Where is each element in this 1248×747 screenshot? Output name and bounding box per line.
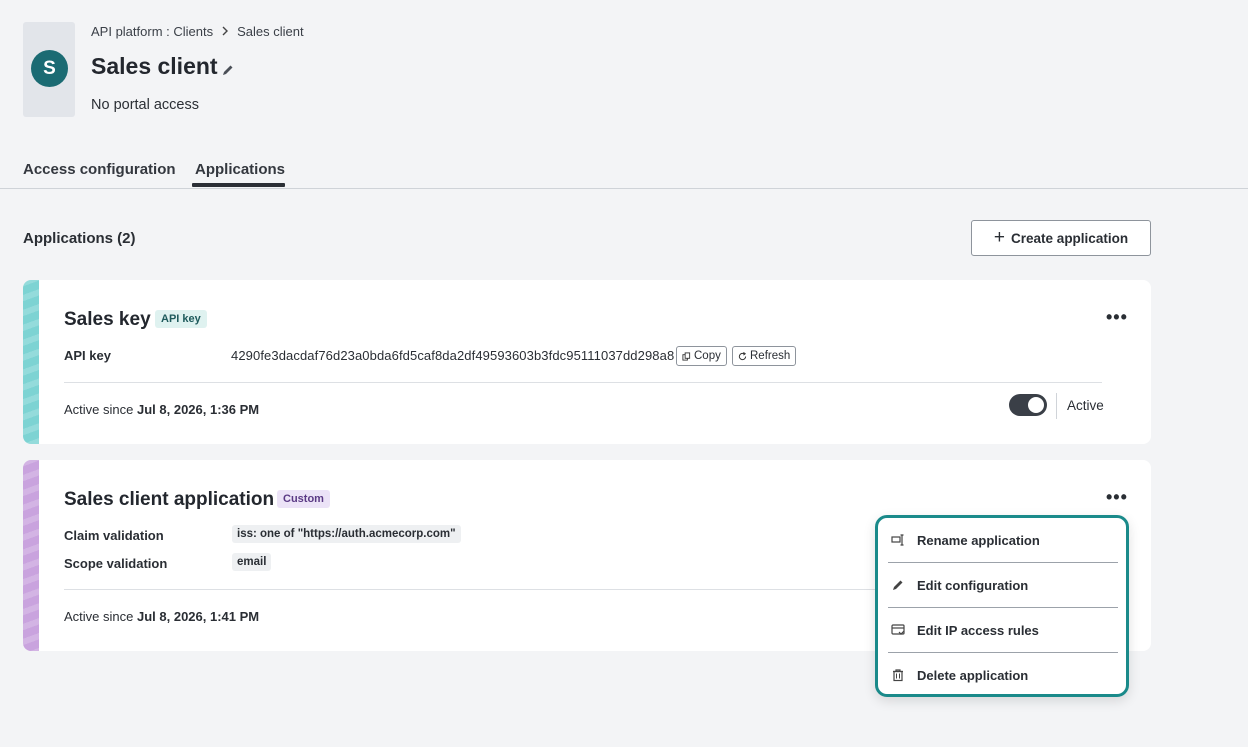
avatar-letter: S bbox=[43, 57, 56, 79]
application-actions-menu: Rename application Edit configuration Ed… bbox=[875, 515, 1129, 697]
menu-item-delete-application[interactable]: Delete application bbox=[888, 653, 1116, 697]
active-status-label: Active bbox=[1067, 398, 1104, 413]
menu-item-edit-configuration[interactable]: Edit configuration bbox=[888, 563, 1116, 607]
card-divider bbox=[64, 382, 1102, 383]
application-title: Sales key bbox=[64, 309, 151, 330]
active-tab-indicator bbox=[192, 183, 285, 187]
menu-item-label: Rename application bbox=[917, 532, 1040, 548]
rename-icon bbox=[891, 534, 904, 546]
toggle-separator bbox=[1056, 393, 1057, 419]
api-key-label: API key bbox=[64, 348, 111, 363]
application-type-badge: Custom bbox=[277, 490, 330, 508]
card-accent-stripe bbox=[23, 460, 39, 651]
tab-access-configuration[interactable]: Access configuration bbox=[23, 159, 176, 188]
more-options-icon[interactable]: ••• bbox=[1106, 308, 1128, 326]
pencil-icon[interactable] bbox=[221, 63, 235, 77]
refresh-icon bbox=[738, 351, 747, 360]
application-type-badge: API key bbox=[155, 310, 207, 328]
active-since-text: Active since Jul 8, 2026, 1:41 PM bbox=[64, 609, 259, 624]
menu-item-label: Edit IP access rules bbox=[917, 622, 1039, 638]
plus-icon: + bbox=[993, 226, 1006, 248]
scope-validation-value: email bbox=[232, 553, 272, 571]
ip-rules-icon bbox=[891, 624, 905, 635]
menu-item-label: Edit configuration bbox=[917, 577, 1029, 593]
active-since-date: Jul 8, 2026, 1:41 PM bbox=[137, 609, 260, 624]
breadcrumb-item-clients[interactable]: API platform : Clients bbox=[91, 24, 213, 39]
application-title: Sales client application bbox=[64, 489, 275, 510]
active-toggle[interactable] bbox=[1009, 394, 1047, 416]
claim-validation-label: Claim validation bbox=[64, 528, 164, 543]
menu-item-label: Delete application bbox=[917, 667, 1029, 683]
active-since-prefix: Active since bbox=[64, 402, 134, 417]
refresh-label: Refresh bbox=[750, 350, 791, 362]
breadcrumb-item-current: Sales client bbox=[237, 24, 304, 39]
menu-item-edit-ip-access-rules[interactable]: Edit IP access rules bbox=[888, 608, 1116, 652]
api-key-value: 4290fe3dacdaf76d23a0bda6fd5caf8da2df4959… bbox=[231, 348, 675, 363]
active-since-prefix: Active since bbox=[64, 609, 134, 624]
menu-item-rename-application[interactable]: Rename application bbox=[888, 518, 1116, 562]
copy-button[interactable]: Copy bbox=[676, 346, 727, 366]
toggle-knob bbox=[1028, 397, 1044, 413]
copy-icon bbox=[682, 351, 691, 361]
refresh-button[interactable]: Refresh bbox=[732, 346, 797, 366]
tabs-divider bbox=[0, 188, 1248, 189]
create-application-button[interactable]: + Create application bbox=[971, 220, 1151, 256]
portal-access-status: No portal access bbox=[91, 97, 199, 113]
avatar: S bbox=[31, 50, 68, 87]
create-application-label: Create application bbox=[1011, 230, 1129, 246]
active-since-text: Active since Jul 8, 2026, 1:36 PM bbox=[64, 402, 259, 417]
chevron-right-icon bbox=[219, 24, 231, 39]
page-title: Sales client bbox=[91, 53, 218, 79]
more-options-icon[interactable]: ••• bbox=[1106, 488, 1128, 506]
card-accent-stripe bbox=[23, 280, 39, 444]
applications-count-heading: Applications (2) bbox=[23, 230, 136, 247]
active-since-date: Jul 8, 2026, 1:36 PM bbox=[137, 402, 260, 417]
copy-label: Copy bbox=[694, 350, 721, 362]
breadcrumb: API platform : Clients Sales client bbox=[91, 24, 304, 39]
pencil-icon bbox=[893, 580, 903, 590]
claim-validation-value: iss: one of "https://auth.acmecorp.com" bbox=[232, 525, 461, 543]
trash-icon bbox=[893, 669, 903, 682]
application-card-sales-key: Sales key API key ••• API key 4290fe3dac… bbox=[23, 280, 1151, 444]
scope-validation-label: Scope validation bbox=[64, 556, 168, 571]
